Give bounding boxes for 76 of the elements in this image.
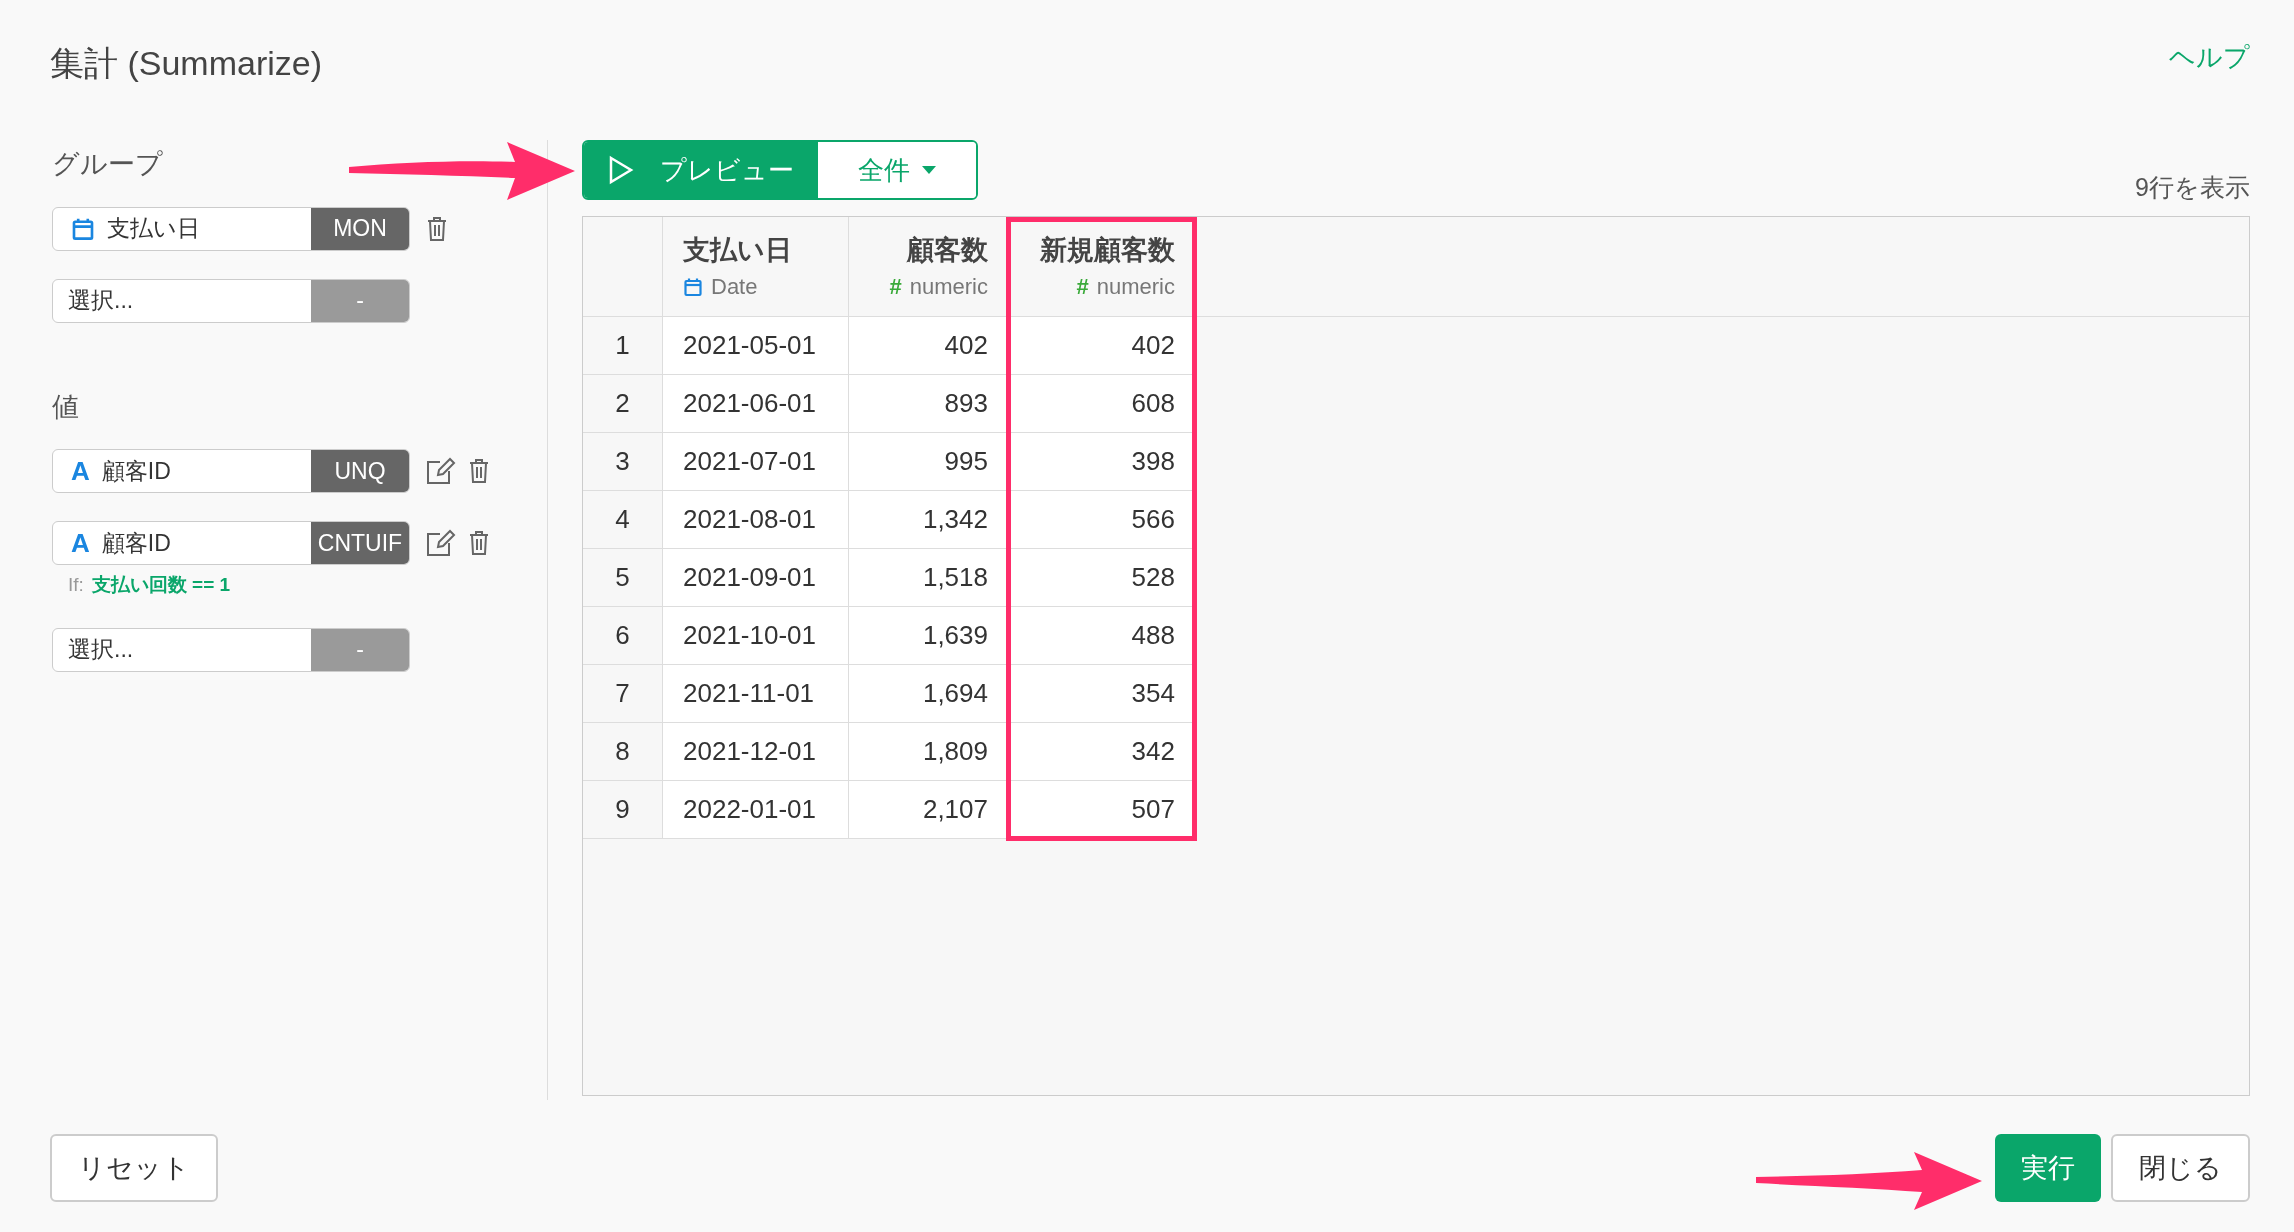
- type-mark: #: [1076, 273, 1089, 302]
- field-select[interactable]: A 顧客ID CNTUIF: [52, 521, 410, 565]
- section-label: 値: [52, 390, 79, 424]
- table-cell: 1,694: [849, 665, 1009, 722]
- table-cell: 528: [1009, 549, 1196, 606]
- play-icon: [608, 155, 634, 185]
- column-type: numeric: [909, 273, 988, 302]
- row-number: 9: [583, 781, 663, 838]
- column-header: 顧客数: [907, 233, 988, 267]
- table-cell: 2,107: [849, 781, 1009, 838]
- close-button[interactable]: 閉じる: [2111, 1134, 2250, 1202]
- table-cell: 507: [1009, 781, 1196, 838]
- table-cell: 488: [1009, 607, 1196, 664]
- row-number: 3: [583, 433, 663, 490]
- row-number: 2: [583, 375, 663, 432]
- table-cell: 566: [1009, 491, 1196, 548]
- field-select[interactable]: 支払い日 MON: [52, 206, 410, 251]
- row-count: 9行を表示: [2135, 171, 2250, 203]
- column-type: Date: [711, 273, 758, 302]
- edit-icon[interactable]: [426, 529, 456, 557]
- row-number: 4: [583, 491, 663, 548]
- table-cell: 2021-08-01: [663, 491, 849, 548]
- trash-icon[interactable]: [468, 530, 490, 556]
- table-cell: 2021-07-01: [663, 433, 849, 490]
- field-select[interactable]: 選択... -: [52, 627, 410, 672]
- select-placeholder: 選択...: [67, 286, 135, 316]
- field-name: 顧客ID: [101, 456, 171, 486]
- table-cell: 2021-05-01: [663, 317, 849, 374]
- table-cell: 608: [1009, 375, 1196, 432]
- table-cell: 2021-10-01: [663, 607, 849, 664]
- column-type: numeric: [1096, 273, 1175, 302]
- table-cell: 2021-06-01: [663, 375, 849, 432]
- field-select[interactable]: A 顧客ID UNQ: [52, 449, 410, 493]
- table-cell: 354: [1009, 665, 1196, 722]
- edit-icon[interactable]: [426, 457, 456, 485]
- field-select[interactable]: 選択... -: [52, 278, 410, 323]
- field-name: 支払い日: [107, 214, 200, 244]
- section-label: グループ: [52, 148, 163, 181]
- table-cell: 995: [849, 433, 1009, 490]
- table-cell: 1,342: [849, 491, 1009, 548]
- table-cell: 402: [1009, 317, 1196, 374]
- table-cell: 2021-09-01: [663, 549, 849, 606]
- field-name: 顧客ID: [101, 528, 171, 558]
- aggregation-label: -: [311, 279, 409, 322]
- condition-expression: 支払い回数 == 1: [91, 573, 231, 597]
- table-cell: 2021-12-01: [663, 723, 849, 780]
- table-cell: 2021-11-01: [663, 665, 849, 722]
- caret-icon: [922, 166, 936, 174]
- select-placeholder: 選択...: [67, 635, 135, 665]
- row-number: 6: [583, 607, 663, 664]
- table-cell: 1,518: [849, 549, 1009, 606]
- table-cell: 2022-01-01: [663, 781, 849, 838]
- table-cell: 893: [849, 375, 1009, 432]
- column-header: 新規顧客数: [1040, 233, 1175, 267]
- row-number: 7: [583, 665, 663, 722]
- row-number: 5: [583, 549, 663, 606]
- dialog-title: 集計 (Summarize): [50, 43, 323, 84]
- table-cell: 402: [849, 317, 1009, 374]
- reset-button[interactable]: リセット: [50, 1134, 218, 1202]
- aggregation-label: MON: [311, 207, 409, 250]
- aggregation-label: UNQ: [311, 450, 409, 492]
- row-number: 1: [583, 317, 663, 374]
- type-mark: #: [889, 273, 902, 302]
- condition-label: If:: [68, 573, 84, 597]
- aggregation-label: -: [311, 628, 409, 671]
- table-cell: 398: [1009, 433, 1196, 490]
- aggregation-label: CNTUIF: [311, 522, 409, 564]
- type-mark: A: [71, 458, 90, 484]
- trash-icon[interactable]: [426, 215, 448, 242]
- table-cell: 1,809: [849, 723, 1009, 780]
- row-number: 8: [583, 723, 663, 780]
- column-header: 支払い日: [683, 233, 792, 267]
- type-mark: A: [71, 530, 90, 556]
- table-cell: 1,639: [849, 607, 1009, 664]
- table-cell: 342: [1009, 723, 1196, 780]
- trash-icon[interactable]: [468, 458, 490, 484]
